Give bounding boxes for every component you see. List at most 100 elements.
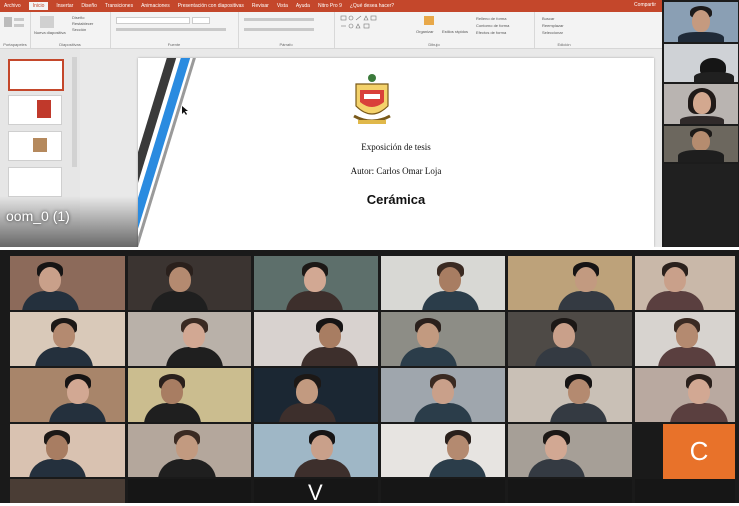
font-family-select[interactable] [116, 17, 190, 24]
thumbnail-scrollbar[interactable] [72, 57, 77, 167]
participant-video[interactable] [635, 479, 735, 503]
new-slide-button[interactable]: Nueva diapositiva [34, 30, 66, 35]
participant-video[interactable] [508, 479, 632, 503]
participant-video[interactable] [664, 126, 738, 162]
participant-video[interactable] [254, 368, 378, 422]
list-buttons[interactable] [244, 18, 314, 21]
participant-body [527, 458, 585, 477]
participant-avatar-tile[interactable]: C [663, 424, 735, 479]
participant-video[interactable] [128, 312, 251, 366]
tab-presentacion[interactable]: Presentación con diapositivas [178, 3, 244, 9]
participant-video[interactable] [381, 479, 505, 503]
participant-video[interactable] [128, 256, 251, 310]
tab-transiciones[interactable]: Transiciones [105, 3, 133, 9]
participant-video[interactable] [381, 368, 505, 422]
quick-styles-button[interactable]: Estilos rápidos [442, 29, 468, 34]
participant-video[interactable] [10, 479, 125, 503]
layout-button[interactable]: Diseño [72, 15, 84, 20]
font-size-select[interactable] [192, 17, 210, 24]
thumbnail-image [33, 138, 47, 152]
participant-video[interactable] [381, 424, 505, 477]
tab-nitro[interactable]: Nitro Pro 9 [318, 3, 342, 9]
participant-video[interactable] [254, 256, 378, 310]
participant-video[interactable] [10, 424, 125, 477]
tab-archivo[interactable]: Archivo [4, 3, 21, 9]
shape-fill-button[interactable]: Relleno de forma [476, 16, 506, 21]
participant-body [286, 291, 344, 310]
participant-video[interactable] [508, 256, 632, 310]
arrange-button[interactable]: Organizar [416, 29, 434, 34]
zoom-meeting-window: Archivo Inicio Insertar Diseño Transicio… [0, 0, 739, 505]
share-button[interactable]: Compartir [634, 2, 656, 8]
paste-icon[interactable] [4, 17, 12, 27]
participant-body [151, 291, 209, 310]
slide-title: Exposición de tesis [361, 142, 431, 152]
participant-body [301, 347, 359, 366]
participant-video[interactable] [635, 368, 735, 422]
participant-video[interactable] [381, 256, 505, 310]
slide-thumbnail-3[interactable] [8, 131, 62, 161]
cut-icon[interactable] [14, 18, 24, 21]
participant-video[interactable] [10, 256, 125, 310]
shape-outline-button[interactable]: Contorno de forma [476, 23, 509, 28]
tab-animaciones[interactable]: Animaciones [141, 3, 170, 9]
participant-face [567, 378, 590, 405]
tab-revisar[interactable]: Revisar [252, 3, 269, 9]
participant-face [66, 378, 89, 405]
participant-face [664, 266, 686, 293]
slide-thumbnail-4[interactable] [8, 167, 62, 197]
tab-vista[interactable]: Vista [277, 3, 288, 9]
shapes-gallery[interactable] [340, 15, 400, 33]
participant-video[interactable] [664, 84, 738, 124]
tab-inicio[interactable]: Inicio [28, 2, 49, 10]
participant-video[interactable] [664, 44, 738, 82]
new-slide-icon[interactable] [40, 16, 54, 28]
font-format-buttons[interactable] [116, 28, 226, 31]
participant-video[interactable] [635, 312, 735, 366]
participant-video[interactable] [10, 368, 125, 422]
tell-me-search[interactable]: ¿Qué desea hacer? [350, 3, 394, 9]
participant-video-off[interactable] [664, 164, 738, 246]
ribbon-toolbar: Portapapeles Nueva diapositiva Diseño Re… [0, 12, 662, 49]
replace-button[interactable]: Reemplazar [542, 23, 564, 28]
select-button[interactable]: Seleccionar [542, 30, 563, 35]
tab-diseno[interactable]: Diseño [81, 3, 97, 9]
participant-video[interactable] [128, 368, 251, 422]
participant-video[interactable] [664, 2, 738, 42]
participant-video[interactable] [635, 256, 735, 310]
align-buttons[interactable] [244, 28, 314, 31]
participant-video[interactable] [10, 312, 125, 366]
arrange-icon[interactable] [424, 16, 434, 25]
reset-button[interactable]: Restablecer [72, 21, 93, 26]
participant-body [278, 403, 336, 422]
participant-body [421, 291, 480, 310]
participant-video[interactable] [508, 424, 632, 477]
section-button[interactable]: Sección [72, 27, 86, 32]
copy-icon[interactable] [14, 24, 24, 27]
participant-body [414, 403, 472, 422]
participant-body [49, 403, 107, 422]
avatar-initial: C [689, 436, 709, 466]
participant-video[interactable] [508, 312, 632, 366]
participant-video[interactable] [381, 312, 505, 366]
participant-video[interactable] [254, 424, 378, 477]
participant-video[interactable] [508, 368, 632, 422]
participant-body [28, 458, 86, 477]
find-button[interactable]: Buscar [542, 16, 554, 21]
tab-ayuda[interactable]: Ayuda [296, 3, 310, 9]
participant-video[interactable] [128, 424, 251, 477]
paragraph-group-label: Párrafo [279, 42, 293, 47]
tab-insertar[interactable]: Insertar [56, 3, 73, 9]
slide-thumbnail-2[interactable] [8, 95, 62, 125]
slide-thumbnail-1[interactable] [8, 59, 64, 91]
participant-video[interactable] [254, 312, 378, 366]
participant-face [446, 434, 469, 460]
participant-video[interactable] [128, 479, 251, 503]
slide-canvas[interactable]: Exposición de tesis Autor: Carlos Omar L… [138, 58, 654, 247]
paragraph-group: Párrafo [238, 12, 335, 48]
participant-column [662, 0, 739, 247]
participant-face [676, 322, 698, 349]
participant-face [46, 434, 69, 460]
shared-screen[interactable]: Archivo Inicio Insertar Diseño Transicio… [0, 0, 662, 247]
shape-effects-button[interactable]: Efectos de forma [476, 30, 506, 35]
